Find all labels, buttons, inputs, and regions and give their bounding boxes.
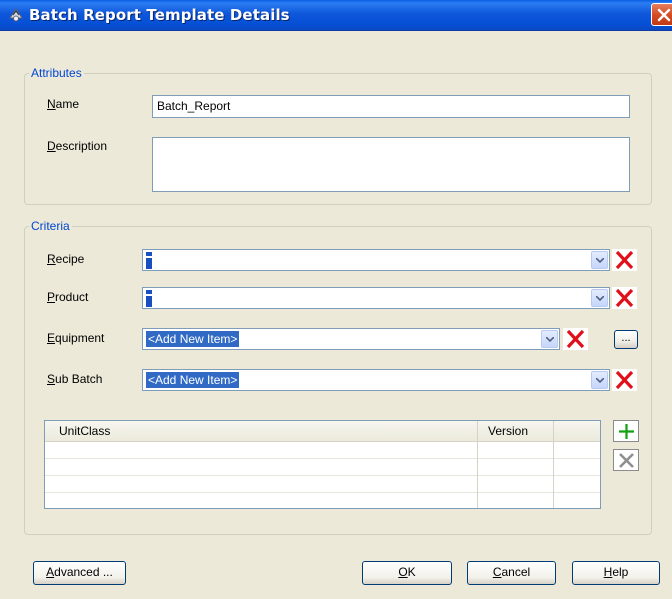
product-clear-button[interactable] <box>612 287 637 309</box>
sub-batch-clear-button[interactable] <box>612 369 637 391</box>
plus-icon <box>619 424 634 439</box>
product-dropdown-button[interactable] <box>591 289 608 307</box>
window-title: Batch Report Template Details <box>29 6 290 24</box>
info-icon <box>146 252 152 269</box>
column-divider <box>477 421 478 508</box>
table-row[interactable] <box>45 459 600 476</box>
recipe-combo[interactable] <box>142 249 610 271</box>
column-header-version[interactable]: Version <box>488 424 528 438</box>
equipment-value: <Add New Item> <box>146 331 240 347</box>
name-input[interactable]: Batch_Report <box>152 95 630 118</box>
unitclass-grid[interactable]: UnitClass Version <box>44 420 601 509</box>
sub-batch-dropdown-button[interactable] <box>591 371 608 389</box>
sub-batch-value: <Add New Item> <box>146 372 240 388</box>
delete-x-icon <box>566 329 585 349</box>
recipe-dropdown-button[interactable] <box>591 251 608 269</box>
close-button[interactable] <box>651 3 672 26</box>
column-divider <box>553 421 554 508</box>
batch-report-icon <box>7 6 25 24</box>
advanced-button[interactable]: Advanced ... <box>33 561 126 585</box>
info-icon <box>146 290 152 307</box>
description-label: Description <box>47 139 108 153</box>
table-row[interactable] <box>45 442 600 459</box>
chevron-down-icon <box>596 258 604 263</box>
name-label: Name <box>47 97 80 111</box>
sub-batch-label: Sub Batch <box>47 372 103 386</box>
delete-x-icon <box>615 250 634 270</box>
delete-x-icon <box>619 453 634 468</box>
ok-button[interactable]: OK <box>362 561 452 585</box>
delete-x-icon <box>615 288 634 308</box>
sub-batch-combo[interactable]: <Add New Item> <box>142 369 610 391</box>
description-input[interactable] <box>152 137 630 192</box>
grid-header: UnitClass Version <box>45 421 600 442</box>
chevron-down-icon <box>596 296 604 301</box>
recipe-label: Recipe <box>47 252 85 266</box>
equipment-browse-button[interactable]: ... <box>614 330 638 349</box>
equipment-dropdown-button[interactable] <box>541 330 558 348</box>
table-row[interactable] <box>45 476 600 493</box>
equipment-combo[interactable]: <Add New Item> <box>142 328 560 350</box>
attributes-legend: Attributes <box>31 66 82 80</box>
close-icon <box>657 8 671 22</box>
chevron-down-icon <box>546 337 554 342</box>
criteria-legend: Criteria <box>31 219 70 233</box>
remove-unitclass-button[interactable] <box>613 449 639 471</box>
product-label: Product <box>47 290 89 304</box>
recipe-clear-button[interactable] <box>612 249 637 271</box>
product-combo[interactable] <box>142 287 610 309</box>
cancel-button[interactable]: Cancel <box>467 561 556 585</box>
delete-x-icon <box>615 370 634 390</box>
equipment-clear-button[interactable] <box>563 328 588 350</box>
add-unitclass-button[interactable] <box>613 420 639 442</box>
chevron-down-icon <box>596 378 604 383</box>
title-bar[interactable]: Batch Report Template Details <box>0 0 672 31</box>
equipment-label: Equipment <box>47 331 105 345</box>
help-button[interactable]: Help <box>572 561 660 585</box>
column-header-unitclass[interactable]: UnitClass <box>59 424 110 438</box>
table-row[interactable] <box>45 493 600 508</box>
